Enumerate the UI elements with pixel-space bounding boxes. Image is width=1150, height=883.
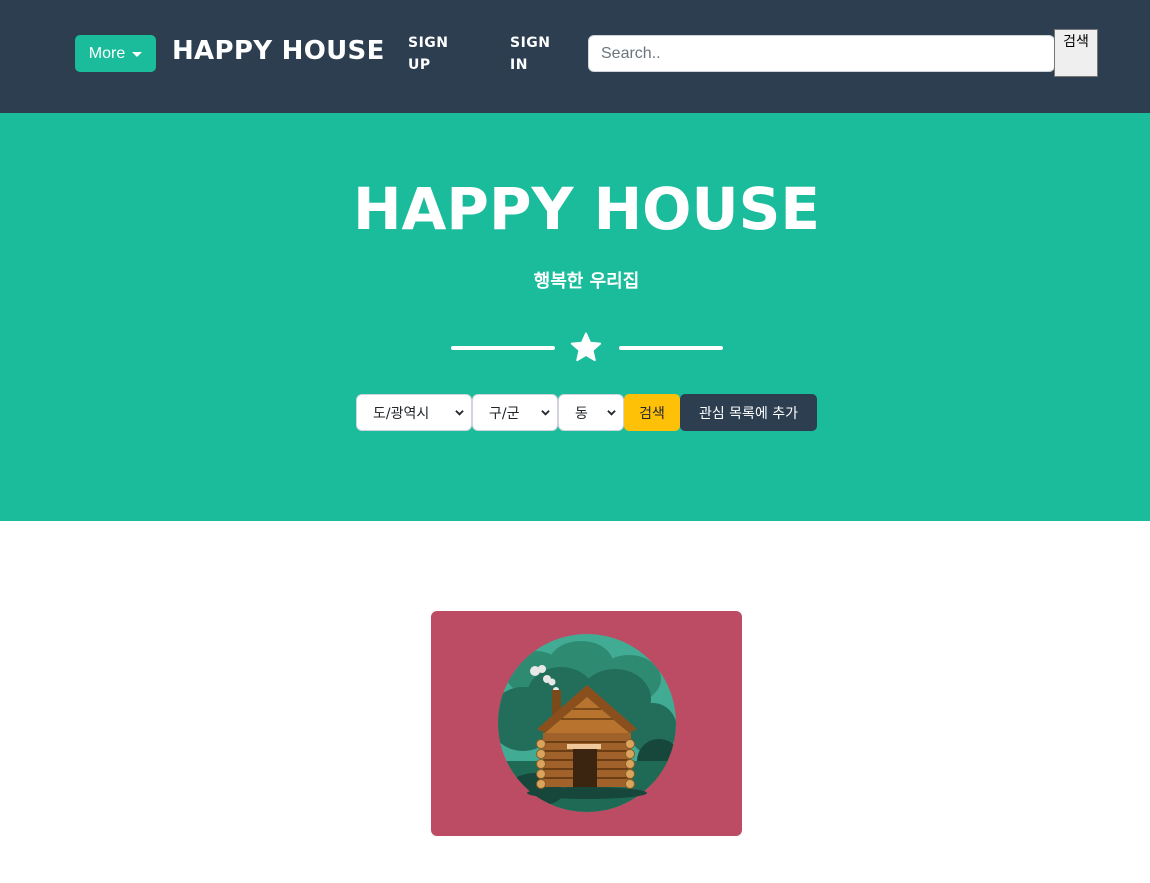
more-dropdown-button[interactable]: More <box>75 35 156 72</box>
chevron-down-icon <box>607 410 616 416</box>
star-icon <box>570 332 602 362</box>
district-select-value: 구/군 <box>489 405 520 422</box>
nav-link-sign-in[interactable]: SIGN IN <box>510 32 570 76</box>
divider-line-left <box>451 346 555 350</box>
divider-line-right <box>619 346 723 350</box>
nav-link-sign-up[interactable]: SIGN UP <box>408 32 468 76</box>
search-button[interactable]: 검색 <box>1054 29 1098 77</box>
add-to-favorites-button[interactable]: 관심 목록에 추가 <box>680 394 817 431</box>
hero-subtitle: 행복한 우리집 <box>533 271 640 292</box>
navbar-brand[interactable]: HAPPY HOUSE <box>172 36 385 66</box>
hero-title: HAPPY HOUSE <box>353 175 820 243</box>
caret-down-icon <box>132 52 143 57</box>
province-select-value: 도/광역시 <box>373 405 430 422</box>
search-input[interactable] <box>588 35 1055 72</box>
province-select[interactable]: 도/광역시 <box>356 394 472 431</box>
chevron-down-icon <box>541 410 550 416</box>
hero-section: HAPPY HOUSE 행복한 우리집 도/광역시 구/군 동 검색 관심 목록… <box>0 113 1150 521</box>
dong-select[interactable]: 동 <box>558 394 624 431</box>
dong-select-value: 동 <box>575 405 588 422</box>
navbar: More HAPPY HOUSE SIGN UP SIGN IN 검색 <box>0 0 1150 113</box>
chevron-down-icon <box>455 410 464 416</box>
portfolio-card[interactable] <box>431 611 742 836</box>
district-select[interactable]: 구/군 <box>472 394 558 431</box>
more-label: More <box>88 44 126 62</box>
hero-search-button[interactable]: 검색 <box>624 394 680 431</box>
log-cabin-illustration <box>498 634 676 812</box>
